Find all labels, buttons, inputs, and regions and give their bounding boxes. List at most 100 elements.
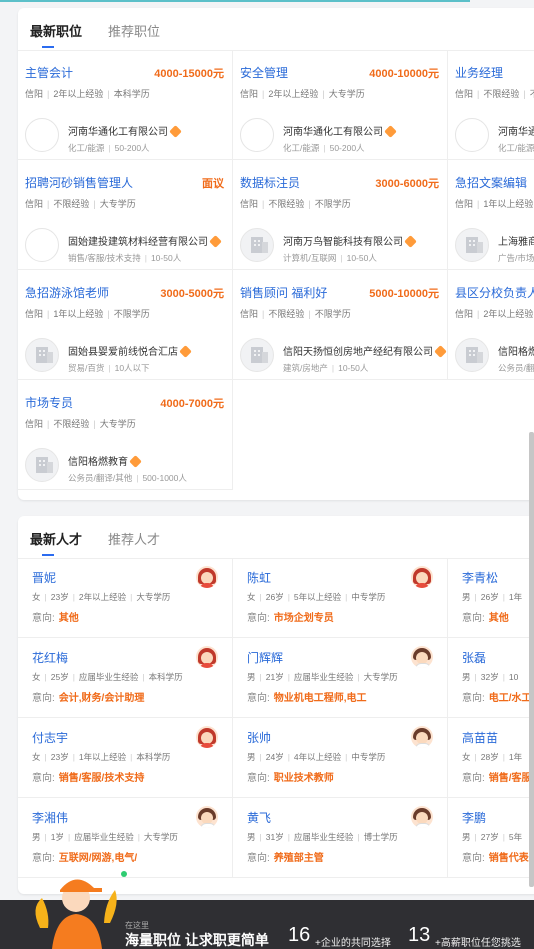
company-name[interactable]: 固始建投建筑材料经营有限公司: [68, 233, 222, 248]
talent-card[interactable]: 黄飞男 | 31岁 | 应届毕业生经验 | 博士学历 意向: 养殖部主管: [233, 798, 448, 878]
job-requirement: 1年以上经验: [53, 309, 104, 319]
talent-name[interactable]: 花红梅: [32, 649, 68, 666]
job-title[interactable]: 数据标注员: [240, 174, 300, 191]
talent-name[interactable]: 晋妮: [32, 569, 56, 586]
vip-diamond-icon: [404, 234, 417, 248]
talent-card[interactable]: 高苗苗女 | 28岁 | 1年 意向: 销售/客服: [448, 718, 534, 798]
talent-attribute: 25岁: [50, 672, 69, 682]
talent-attribute: 28岁: [480, 752, 499, 762]
intent-label: 意向:: [247, 613, 270, 624]
intent-value: 养殖部主管: [273, 853, 324, 864]
job-requirements: 信阳 | 2年以上经验 | 大专学历: [240, 87, 365, 100]
talent-card[interactable]: 付志宇女 | 23岁 | 1年以上经验 | 本科学历 意向: 销售/客服/技术支持: [18, 718, 233, 798]
company-info: 50-200人: [114, 143, 150, 153]
jobs-tabs: 最新职位 推荐职位: [18, 8, 534, 51]
talent-name[interactable]: 张磊: [462, 649, 486, 666]
talent-card[interactable]: 陈虹女 | 26岁 | 5年以上经验 | 中专学历 意向: 市场企划专员: [233, 558, 448, 638]
company-name[interactable]: 上海雅商: [498, 233, 534, 248]
separator: |: [136, 473, 139, 483]
talent-card[interactable]: 花红梅女 | 25岁 | 应届毕业生经验 | 本科学历 意向: 会计,财务/会计助理: [18, 638, 233, 718]
scrollbar[interactable]: [529, 432, 534, 887]
job-title[interactable]: 急招文案编辑: [455, 174, 527, 191]
job-requirement: 不限经验: [53, 419, 90, 429]
separator: |: [287, 832, 290, 842]
separator: |: [44, 592, 47, 602]
tab-recommended-talent[interactable]: 推荐人才: [108, 529, 160, 548]
talent-name[interactable]: 李鹏: [462, 809, 486, 826]
talent-name[interactable]: 高苗苗: [462, 729, 498, 746]
talent-attribute: 1年: [508, 752, 523, 762]
tab-latest-talent[interactable]: 最新人才: [30, 529, 82, 548]
separator: |: [44, 752, 47, 762]
job-card[interactable]: 市场专员 4000-7000元 信阳 | 不限经验 | 大专学历 信阳格燃教育 公务员/翻译/其…: [18, 380, 233, 490]
job-title[interactable]: 销售顾问 福利好: [240, 284, 327, 301]
talent-name[interactable]: 张帅: [247, 729, 271, 746]
talent-card[interactable]: 李青松男 | 26岁 | 1年 意向: 其他: [448, 558, 534, 638]
job-requirement: 不限学历: [314, 309, 351, 319]
intent-label: 意向:: [462, 773, 485, 784]
intent-label: 意向:: [32, 773, 55, 784]
job-title[interactable]: 市场专员: [25, 394, 73, 411]
job-card[interactable]: 招聘河砂销售管理人 面议 信阳 | 不限经验 | 大专学历 固始建投建筑材料经营有限公司 销售/…: [18, 160, 233, 270]
company-info: 化工/能源: [283, 143, 320, 153]
job-requirement: 不限经验: [483, 89, 520, 99]
company-name[interactable]: 信阳天扬恒创房地产经纪有限公司: [283, 343, 447, 358]
job-title[interactable]: 招聘河砂销售管理人: [25, 174, 133, 191]
job-card[interactable]: 业务经理信阳|不限经验|不河南华通化工/能源: [448, 50, 534, 160]
job-card[interactable]: 销售顾问 福利好 5000-10000元 信阳 | 不限经验 | 不限学历 信阳天扬恒创房地产…: [233, 270, 448, 380]
company-meta: 化工/能源 | 50-200人: [283, 142, 365, 154]
separator: |: [108, 143, 111, 153]
talent-card[interactable]: 晋妮女 | 23岁 | 2年以上经验 | 大专学历 意向: 其他: [18, 558, 233, 638]
talent-name[interactable]: 门辉辉: [247, 649, 283, 666]
talent-attribute: 23岁: [50, 592, 69, 602]
job-requirement: 信阳: [25, 419, 44, 429]
talent-info: 女 | 23岁 | 1年以上经验 | 本科学历: [32, 751, 170, 763]
talent-attribute: 男: [462, 592, 471, 602]
job-card[interactable]: 急招游泳馆老师 3000-5000元 信阳 | 1年以上经验 | 不限学历 固始县婴爱前线悦合…: [18, 270, 233, 380]
tab-recommended-jobs[interactable]: 推荐职位: [108, 21, 160, 40]
talent-name[interactable]: 黄飞: [247, 809, 271, 826]
job-title[interactable]: 业务经理: [455, 64, 503, 81]
company-name[interactable]: 河南华通化工有限公司: [68, 123, 182, 138]
talent-card[interactable]: 门辉辉男 | 21岁 | 应届毕业生经验 | 大专学历 意向: 物业机电工程师,电工: [233, 638, 448, 718]
talent-name[interactable]: 李青松: [462, 569, 498, 586]
job-requirement: 2年以上经验: [268, 89, 319, 99]
job-title[interactable]: 急招游泳馆老师: [25, 284, 109, 301]
job-card[interactable]: 安全管理 4000-10000元 信阳 | 2年以上经验 | 大专学历 河南华通化工有限公司化…: [233, 50, 448, 160]
talent-card[interactable]: 李鹏男 | 27岁 | 5年 意向: 销售代表,: [448, 798, 534, 878]
vip-diamond-icon: [129, 454, 142, 468]
separator: |: [345, 592, 348, 602]
talent-attribute: 男: [462, 832, 471, 842]
company-info: 化工/能源: [68, 143, 105, 153]
talent-info: 男 | 24岁 | 4年以上经验 | 中专学历: [247, 751, 385, 763]
company-name[interactable]: 河南华通: [498, 123, 534, 138]
job-requirement: 不限学历: [113, 309, 150, 319]
job-card[interactable]: 数据标注员 3000-6000元 信阳 | 不限经验 | 不限学历 河南万鸟智能科技有限公司计…: [233, 160, 448, 270]
company-name[interactable]: 固始县婴爱前线悦合汇店: [68, 343, 192, 358]
job-card[interactable]: 主管会计 4000-15000元 信阳 | 2年以上经验 | 本科学历 河南华通化工有限公司化…: [18, 50, 233, 160]
tab-latest-jobs[interactable]: 最新职位: [30, 21, 82, 40]
job-card[interactable]: 县区分校负责人 信阳 | 2年以上经验 信阳格燃 公务员/翻: [448, 270, 534, 380]
job-requirement: 本科学历: [113, 89, 150, 99]
talent-card[interactable]: 李湘伟男 | 1岁 | 应届毕业生经验 | 大专学历 意向: 互联网/网游,电气/: [18, 798, 233, 878]
avatar-icon: [196, 646, 218, 668]
talent-attribute: 男: [462, 672, 471, 682]
talent-card[interactable]: 张帅男 | 24岁 | 4年以上经验 | 中专学历 意向: 职业技术教师: [233, 718, 448, 798]
talent-name[interactable]: 付志宇: [32, 729, 68, 746]
talent-name[interactable]: 李湘伟: [32, 809, 68, 826]
talent-card[interactable]: 张磊男 | 32岁 | 10 意向: 电工/水工: [448, 638, 534, 718]
company-name[interactable]: 河南万鸟智能科技有限公司: [283, 233, 417, 248]
top-progress-line: [0, 0, 470, 2]
company-name[interactable]: 河南华通化工有限公司: [283, 123, 397, 138]
separator: |: [477, 309, 480, 319]
talent-info: 女 | 25岁 | 应届毕业生经验 | 本科学历: [32, 671, 183, 683]
talent-tabs: 最新人才 推荐人才: [18, 516, 534, 559]
company-name[interactable]: 信阳格燃: [498, 343, 534, 358]
job-requirements: 信阳 | 2年以上经验 | 本科学历: [25, 87, 150, 100]
job-card[interactable]: 急招文案编辑 信阳 | 1年以上经验 上海雅商 广告/市场: [448, 160, 534, 270]
job-title[interactable]: 安全管理: [240, 64, 288, 81]
job-title[interactable]: 县区分校负责人: [455, 284, 534, 301]
job-title[interactable]: 主管会计: [25, 64, 73, 81]
talent-name[interactable]: 陈虹: [247, 569, 271, 586]
company-name[interactable]: 信阳格燃教育: [68, 453, 142, 468]
